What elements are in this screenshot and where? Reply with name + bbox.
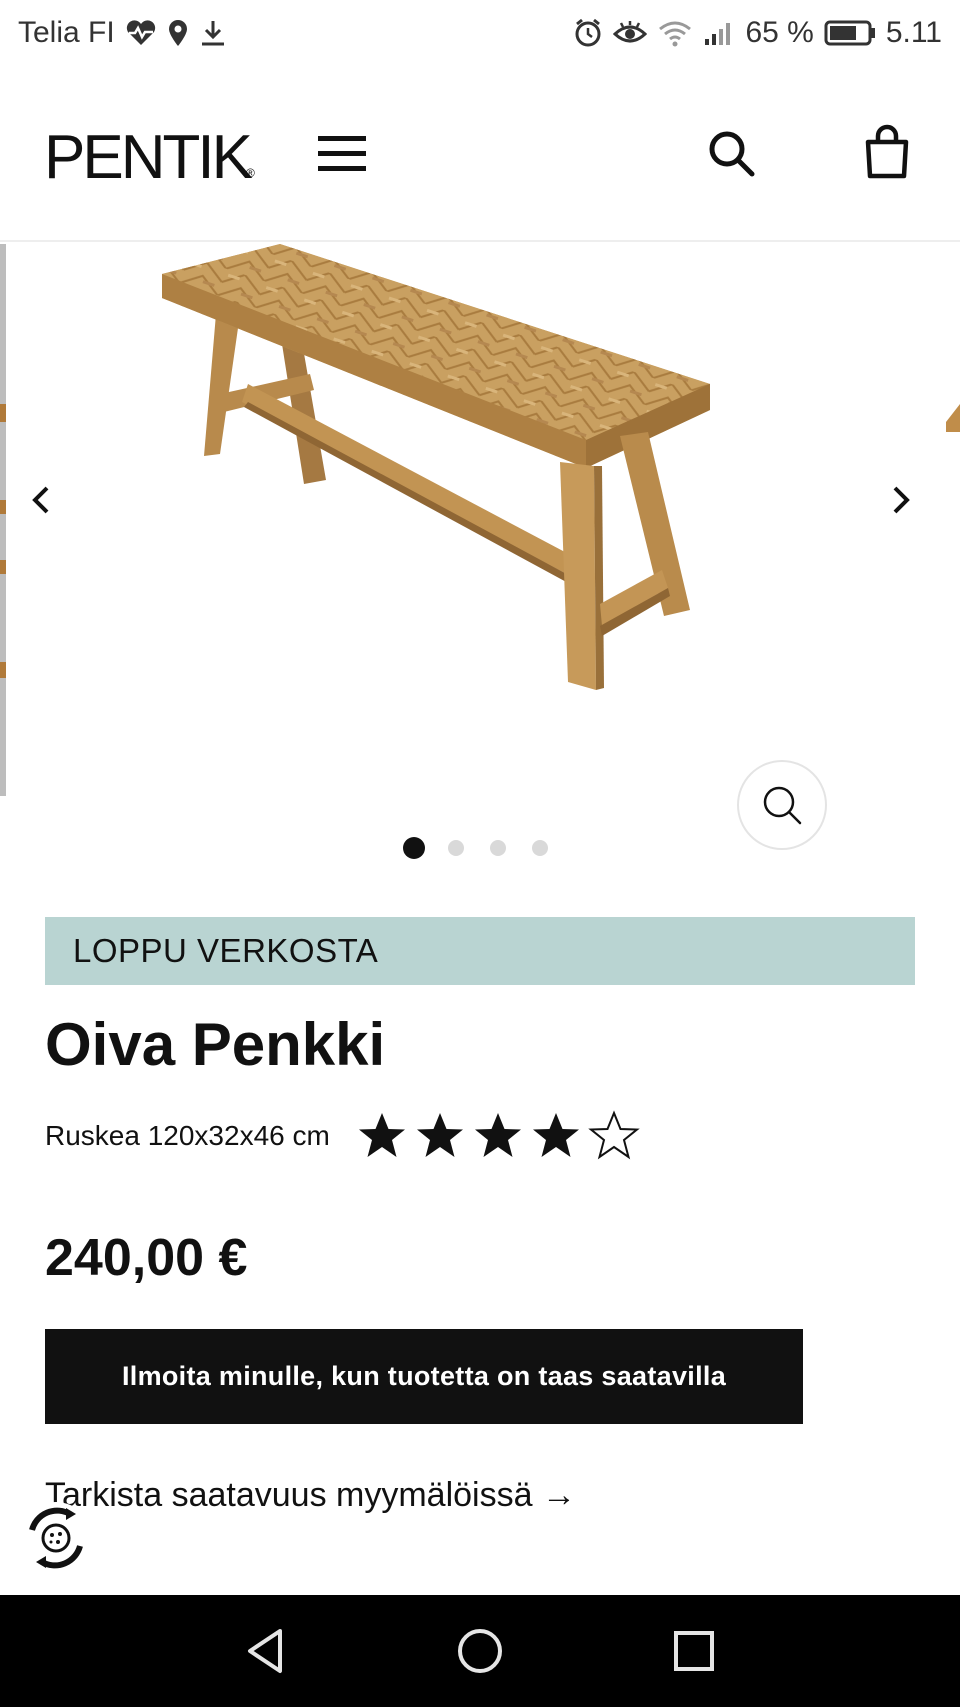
battery-percent: 65 %	[745, 16, 814, 49]
back-button[interactable]	[240, 1625, 292, 1677]
search-icon	[709, 131, 755, 177]
battery-icon	[824, 20, 876, 46]
star-filled-icon	[474, 1113, 521, 1157]
cookie-settings-icon	[20, 1502, 92, 1574]
recents-square-icon	[674, 1631, 714, 1671]
wifi-icon	[657, 19, 693, 47]
eye-icon	[613, 20, 648, 46]
product-image	[162, 244, 710, 690]
carousel-dot[interactable]	[532, 840, 548, 856]
pentik-logo[interactable]: PENTIK	[44, 122, 253, 193]
alarm-icon	[573, 18, 603, 48]
previous-image-peek	[0, 244, 6, 796]
logo-text: PENTIK	[44, 123, 253, 192]
zoom-icon	[763, 786, 802, 825]
star-filled-icon	[532, 1113, 579, 1157]
product-title: Oiva Penkki	[45, 1011, 386, 1078]
system-navigation-bar	[0, 1595, 960, 1707]
heart-pulse-icon	[125, 19, 157, 47]
rating-stars[interactable]	[356, 1110, 640, 1162]
status-bar: Telia FI 65 % 5.11	[0, 0, 960, 66]
variant-row: Ruskea 120x32x46 cm	[45, 1110, 640, 1162]
product-price: 240,00 €	[45, 1229, 248, 1287]
next-image-peek	[946, 404, 960, 432]
clock: 5.11	[885, 16, 942, 49]
chevron-right-icon	[893, 486, 910, 514]
out-of-stock-banner: LOPPU VERKOSTA	[45, 917, 915, 985]
signal-icon	[703, 19, 735, 47]
menu-icon	[318, 136, 366, 171]
home-circle-icon	[458, 1629, 502, 1673]
search-button[interactable]	[706, 128, 756, 178]
recents-button[interactable]	[668, 1625, 720, 1677]
notify-when-available-button[interactable]: Ilmoita minulle, kun tuotetta on taas sa…	[45, 1329, 803, 1424]
location-icon	[167, 19, 189, 47]
carousel-dot[interactable]	[490, 840, 506, 856]
carousel-dot[interactable]	[403, 837, 425, 859]
back-triangle-icon	[248, 1629, 282, 1673]
carousel-dot[interactable]	[448, 840, 464, 856]
status-right: 65 % 5.11	[573, 16, 942, 50]
carousel-dots	[403, 837, 550, 859]
store-availability-link[interactable]: Tarkista saatavuus myymälöissä →	[45, 1476, 576, 1515]
home-button[interactable]	[454, 1625, 506, 1677]
star-filled-icon	[416, 1113, 463, 1157]
zoom-button[interactable]	[737, 760, 827, 850]
notify-button-label: Ilmoita minulle, kun tuotetta on taas sa…	[121, 1361, 727, 1391]
next-image-button[interactable]	[880, 480, 920, 520]
cookie-settings-button[interactable]	[18, 1500, 94, 1576]
site-header: PENTIK ®	[0, 86, 960, 242]
status-left: Telia FI	[18, 16, 227, 50]
stock-label: LOPPU VERKOSTA	[73, 932, 379, 969]
carrier-name: Telia FI	[18, 16, 115, 49]
chevron-left-icon	[32, 486, 49, 514]
product-gallery[interactable]	[0, 244, 960, 864]
previous-image-button[interactable]	[22, 480, 62, 520]
product-variant: Ruskea 120x32x46 cm	[45, 1120, 330, 1151]
shopping-bag-icon	[865, 124, 909, 179]
cart-button[interactable]	[862, 124, 912, 180]
logo-registered-mark: ®	[246, 166, 255, 180]
star-filled-icon	[358, 1113, 405, 1157]
star-empty-icon	[588, 1110, 640, 1160]
menu-button[interactable]	[316, 132, 368, 176]
download-icon	[199, 19, 227, 47]
